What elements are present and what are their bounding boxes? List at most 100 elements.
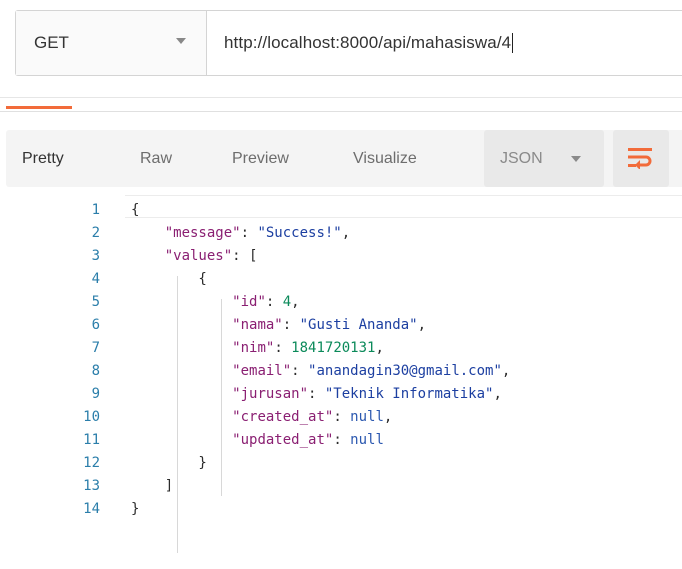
code-token: "Gusti Ananda" bbox=[299, 317, 418, 333]
code-token: { bbox=[131, 271, 207, 287]
code-token: "created_at" bbox=[232, 409, 334, 425]
code-token: : bbox=[308, 386, 325, 402]
line-number: 12 bbox=[83, 455, 100, 471]
code-token: : bbox=[282, 317, 300, 333]
chevron-down-icon bbox=[571, 156, 581, 162]
code-text: } bbox=[131, 498, 139, 521]
code-token: : bbox=[333, 432, 351, 448]
wrap-lines-button[interactable] bbox=[613, 130, 669, 187]
code-text: "nim": 1841720131, bbox=[131, 337, 384, 360]
tab-preview[interactable]: Preview bbox=[232, 130, 289, 187]
line-number: 8 bbox=[91, 363, 100, 379]
line-number: 3 bbox=[91, 248, 100, 264]
code-text: "message": "Success!", bbox=[131, 222, 350, 245]
code-text: ] bbox=[131, 475, 173, 498]
code-line: 6 "nama": "Gusti Ananda", bbox=[0, 314, 682, 337]
code-token: , bbox=[493, 386, 502, 402]
code-token: "nama" bbox=[232, 317, 283, 333]
chevron-down-icon bbox=[176, 38, 186, 44]
code-line: 10 "created_at": null, bbox=[0, 406, 682, 429]
code-line: 2 "message": "Success!", bbox=[0, 222, 682, 245]
method-label: GET bbox=[34, 33, 69, 52]
code-token: } bbox=[131, 501, 140, 517]
code-text: "created_at": null, bbox=[131, 406, 392, 429]
active-tab-indicator bbox=[6, 106, 72, 109]
code-token: , bbox=[291, 294, 300, 310]
code-token: , bbox=[375, 340, 384, 356]
line-number: 11 bbox=[83, 432, 100, 448]
code-token: : bbox=[265, 294, 283, 310]
format-select[interactable]: JSON bbox=[484, 130, 604, 187]
divider bbox=[0, 111, 682, 112]
code-text: "id": 4, bbox=[131, 291, 300, 314]
code-token: null bbox=[350, 432, 384, 448]
code-token: "jurusan" bbox=[232, 386, 309, 402]
code-token: "values" bbox=[164, 248, 233, 264]
code-line: 13 ] bbox=[0, 475, 682, 498]
code-line: 14} bbox=[0, 498, 682, 521]
code-token: "Teknik Informatika" bbox=[324, 386, 494, 402]
text-cursor bbox=[512, 33, 514, 54]
code-token: 1841720131 bbox=[291, 340, 376, 356]
code-line: 5 "id": 4, bbox=[0, 291, 682, 314]
code-token: 4 bbox=[282, 294, 292, 310]
response-toolbar: Pretty Raw Preview Visualize JSON bbox=[6, 130, 682, 187]
code-token: : bbox=[291, 363, 309, 379]
method-select[interactable]: GET bbox=[16, 11, 207, 75]
tab-pretty[interactable]: Pretty bbox=[22, 130, 64, 187]
code-token: : bbox=[240, 225, 258, 241]
code-token: "id" bbox=[232, 294, 266, 310]
tab-raw[interactable]: Raw bbox=[140, 130, 172, 187]
url-input[interactable]: http://localhost:8000/api/mahasiswa/4 bbox=[207, 11, 682, 75]
code-text: } bbox=[131, 452, 207, 475]
format-select-value: JSON bbox=[500, 150, 543, 167]
code-text: { bbox=[131, 268, 207, 291]
code-token: : bbox=[333, 409, 351, 425]
line-number: 1 bbox=[91, 202, 100, 218]
line-number: 2 bbox=[91, 225, 100, 241]
code-token: : bbox=[274, 340, 292, 356]
code-text: "nama": "Gusti Ananda", bbox=[131, 314, 426, 337]
code-token: } bbox=[131, 455, 207, 471]
response-body-editor[interactable]: 1{2 "message": "Success!", 3 "values": [4… bbox=[0, 195, 682, 569]
code-line: 3 "values": [ bbox=[0, 245, 682, 268]
code-line: 4 { bbox=[0, 268, 682, 291]
code-text: "jurusan": "Teknik Informatika", bbox=[131, 383, 502, 406]
tab-visualize[interactable]: Visualize bbox=[353, 130, 417, 187]
code-token: null bbox=[350, 409, 384, 425]
code-line: 1{ bbox=[0, 199, 682, 222]
code-token: , bbox=[501, 363, 511, 379]
request-bar: GET http://localhost:8000/api/mahasiswa/… bbox=[15, 10, 682, 76]
code-token: , bbox=[383, 409, 393, 425]
divider bbox=[0, 97, 682, 98]
line-number: 13 bbox=[83, 478, 100, 494]
line-number: 14 bbox=[83, 501, 100, 517]
code-line: 12 } bbox=[0, 452, 682, 475]
line-number: 10 bbox=[83, 409, 100, 425]
line-number: 6 bbox=[91, 317, 100, 333]
wrap-lines-icon bbox=[628, 148, 652, 169]
code-token: , bbox=[417, 317, 427, 333]
code-token: "email" bbox=[232, 363, 292, 379]
code-text: "updated_at": null bbox=[131, 429, 384, 452]
code-line: 11 "updated_at": null bbox=[0, 429, 682, 452]
code-token: "message" bbox=[164, 225, 241, 241]
line-number: 4 bbox=[91, 271, 100, 287]
line-number: 9 bbox=[91, 386, 100, 402]
code-token: : [ bbox=[232, 248, 258, 264]
code-text: "email": "anandagin30@gmail.com", bbox=[131, 360, 510, 383]
code-line: 9 "jurusan": "Teknik Informatika", bbox=[0, 383, 682, 406]
code-token: "updated_at" bbox=[232, 432, 334, 448]
code-token: "nim" bbox=[232, 340, 275, 356]
code-token: { bbox=[131, 202, 140, 218]
url-value: http://localhost:8000/api/mahasiswa/4 bbox=[224, 32, 514, 54]
code-text: "values": [ bbox=[131, 245, 258, 268]
code-line: 8 "email": "anandagin30@gmail.com", bbox=[0, 360, 682, 383]
